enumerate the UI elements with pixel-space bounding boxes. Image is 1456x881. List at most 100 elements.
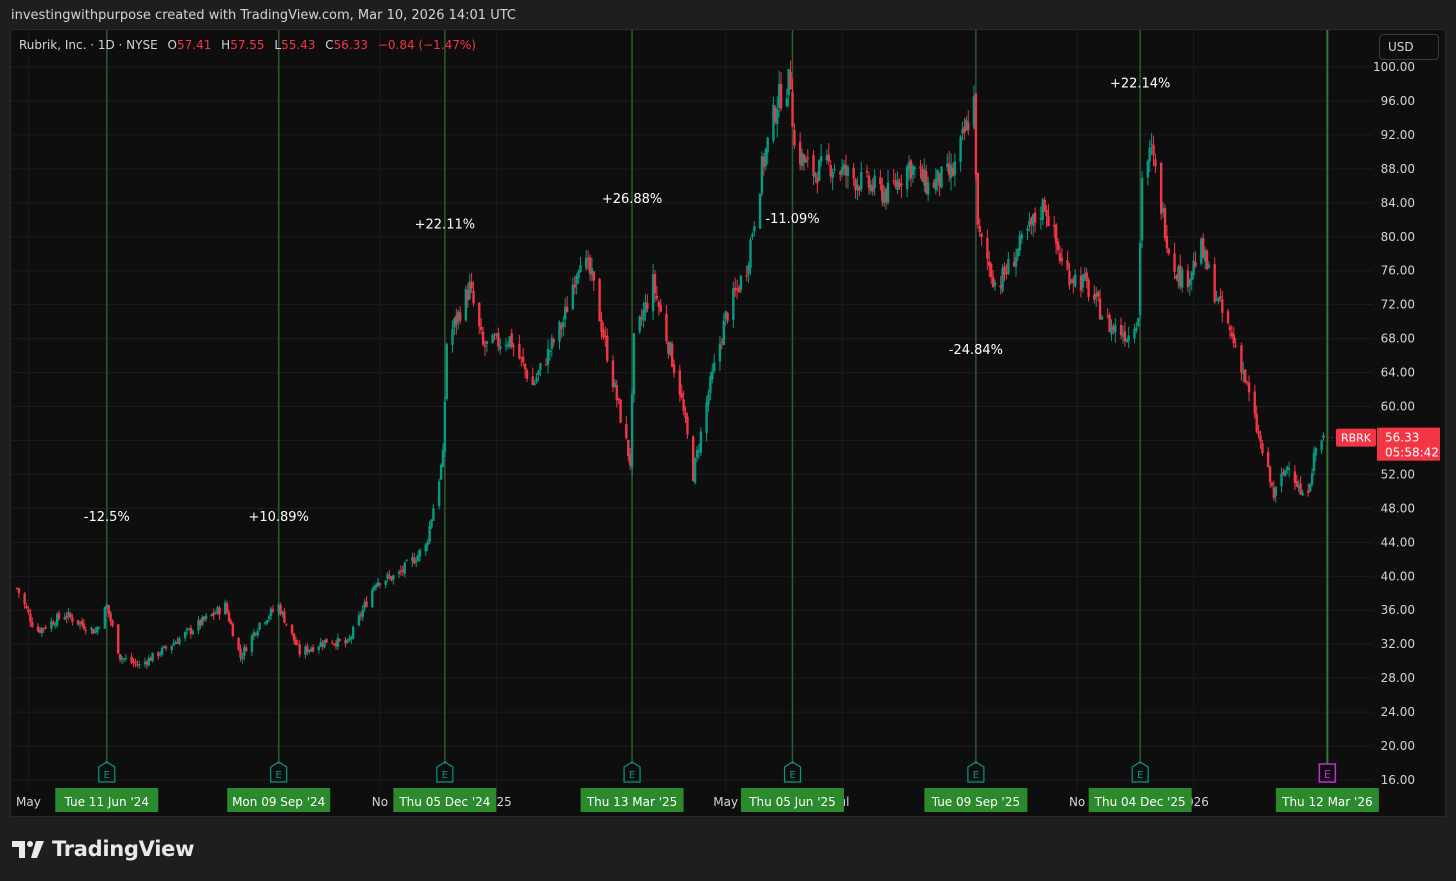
price-tick-label: 52.00	[1381, 467, 1415, 481]
candle-body	[27, 609, 30, 613]
brand-name: TradingView	[52, 837, 195, 861]
candle-body	[97, 627, 101, 629]
candle-body	[1301, 492, 1304, 496]
price-tick-label: 64.00	[1381, 366, 1415, 380]
candle-body	[1033, 212, 1037, 223]
candle	[1253, 384, 1256, 419]
candle-body	[1274, 486, 1277, 496]
candle-body	[625, 423, 628, 439]
candle-body	[204, 615, 208, 619]
high-value: 57.55	[230, 38, 265, 52]
price-tick-label: 68.00	[1381, 332, 1415, 346]
candle-body	[1127, 335, 1130, 342]
candle	[713, 354, 716, 374]
price-tick-label: 80.00	[1381, 230, 1415, 244]
price-tick-label: 88.00	[1381, 162, 1415, 176]
candle-body	[552, 339, 555, 343]
candle	[886, 170, 890, 205]
candle-body	[239, 648, 242, 658]
earnings-change-label: +10.89%	[248, 510, 308, 525]
candle-body	[655, 295, 659, 299]
candle-body	[1266, 451, 1270, 467]
candle	[606, 328, 609, 364]
symbol-tag-text: RBRK	[1341, 432, 1372, 445]
low-value: 55.43	[281, 38, 316, 52]
candle	[579, 257, 582, 273]
candle-body	[565, 306, 569, 313]
candle-body	[103, 607, 107, 629]
candle-body	[535, 377, 538, 382]
candle	[183, 630, 187, 642]
candle-body	[330, 642, 334, 644]
candle	[976, 172, 980, 229]
candle	[980, 232, 983, 247]
open-value: 57.41	[176, 38, 212, 52]
candle	[160, 646, 164, 657]
price-tick-label: 16.00	[1381, 773, 1415, 787]
candle-body	[1074, 274, 1077, 287]
candle	[138, 660, 141, 669]
candle-body	[415, 561, 418, 563]
candle	[336, 633, 340, 650]
candle	[558, 320, 561, 350]
candle-body	[678, 370, 682, 396]
candle	[136, 660, 139, 668]
candle	[751, 231, 754, 241]
candle	[1244, 369, 1247, 385]
candle	[266, 619, 269, 626]
candle	[151, 652, 154, 663]
candle	[592, 271, 596, 292]
candle-body	[392, 575, 395, 580]
candle	[319, 638, 322, 648]
currency-button[interactable]: USD	[1379, 34, 1439, 60]
candle	[1310, 468, 1314, 487]
candle-body	[439, 464, 443, 480]
candle-body	[71, 617, 74, 622]
candle-body	[1261, 443, 1264, 454]
candle	[437, 478, 441, 510]
candle	[632, 332, 636, 403]
candle-body	[779, 84, 783, 109]
earnings-change-labels: -12.5% +10.89% +22.11% +26.88% -11.09% -24.84…	[84, 76, 1171, 525]
candle-body	[705, 402, 708, 434]
candle	[806, 149, 809, 168]
candle-body	[819, 156, 823, 162]
candle	[245, 644, 248, 652]
candle-body	[974, 93, 978, 176]
candle-body	[1114, 324, 1117, 333]
candle-body	[493, 337, 496, 339]
candle-body	[693, 458, 697, 483]
candle-body	[1234, 345, 1237, 347]
symbol-title: Rubrik, Inc. · 1D · NYSE	[19, 38, 158, 52]
candle-body	[361, 609, 364, 617]
candle-body	[521, 356, 525, 363]
candle-body	[846, 166, 850, 177]
candle	[1163, 204, 1167, 242]
candle-body	[1173, 253, 1176, 272]
price-tick-label: 92.00	[1381, 128, 1415, 142]
candle-body	[1165, 236, 1169, 249]
candle-body	[1219, 295, 1222, 299]
candle-body	[533, 382, 536, 385]
candle-body	[1280, 474, 1283, 487]
candle-body	[413, 557, 416, 564]
candle-body	[940, 166, 943, 188]
candle-body	[428, 526, 431, 542]
candle-body	[25, 605, 28, 609]
candle-body	[69, 613, 72, 618]
candle-body	[653, 274, 657, 294]
candle-body	[250, 635, 254, 652]
candle	[218, 605, 221, 621]
candle-body	[1244, 369, 1247, 383]
candle-body	[1167, 248, 1171, 254]
price-axis: 100.00 96.00 92.00 88.00 84.00 80.00 76.00 72.0…	[1373, 60, 1415, 787]
candle	[525, 368, 529, 383]
price-chart[interactable]: -12.5% +10.89% +22.11% +26.88% -11.09% -24.84…	[0, 0, 1456, 881]
candle-body	[1096, 292, 1100, 297]
candle-body	[510, 333, 513, 348]
symbol-legend: Rubrik, Inc. · 1D · NYSE O57.41 H57.55 L…	[19, 38, 476, 52]
candle	[699, 427, 703, 457]
candle-body	[218, 607, 221, 615]
candle	[818, 159, 821, 182]
candle	[285, 623, 288, 627]
